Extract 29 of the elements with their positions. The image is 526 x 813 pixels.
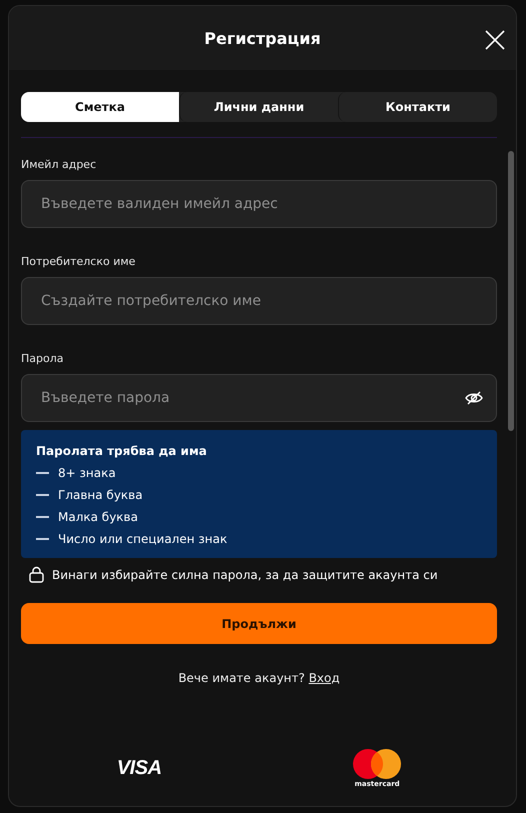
requirement-text: Главна буква bbox=[58, 488, 143, 502]
overlapping-circles-icon bbox=[353, 749, 402, 779]
tab[interactable]: Контакти bbox=[338, 92, 497, 122]
input-field[interactable]: Въведете парола bbox=[21, 374, 497, 422]
requirement-text: Малка буква bbox=[58, 510, 138, 524]
eye-slash-icon[interactable] bbox=[465, 391, 483, 405]
field-label: Потребителско име bbox=[21, 255, 136, 268]
login-prompt: Вече имате акаунт? Вход bbox=[178, 671, 340, 685]
requirements-title: Паролата трябва да има bbox=[36, 444, 208, 458]
field-label: Парола bbox=[21, 352, 64, 365]
input-field[interactable]: Въведете валиден имейл адрес bbox=[21, 180, 497, 228]
tab[interactable]: Лични данни bbox=[179, 92, 338, 122]
requirement-text: 8+ знака bbox=[58, 466, 116, 480]
visa-logo: VISA bbox=[116, 757, 162, 780]
dash-icon bbox=[36, 538, 49, 540]
security-tip: Винаги избирайте силна парола, за да защитите акаунта си bbox=[52, 568, 438, 582]
field-label: Имейл адрес bbox=[21, 158, 98, 171]
dialog-title: Регистрация bbox=[204, 28, 321, 48]
dash-icon bbox=[36, 494, 49, 496]
requirement-text: Число или специален знак bbox=[58, 532, 228, 546]
login-link[interactable]: Вход bbox=[308, 671, 340, 685]
scrollbar[interactable] bbox=[508, 151, 514, 431]
input-field[interactable]: Създайте потребителско име bbox=[21, 277, 497, 325]
dash-icon bbox=[36, 472, 49, 474]
close-icon[interactable] bbox=[484, 29, 506, 51]
dash-icon bbox=[36, 516, 49, 518]
lock-icon bbox=[29, 566, 44, 583]
continue-button[interactable]: Продължи bbox=[21, 603, 497, 644]
tab[interactable]: Сметка bbox=[21, 92, 179, 122]
